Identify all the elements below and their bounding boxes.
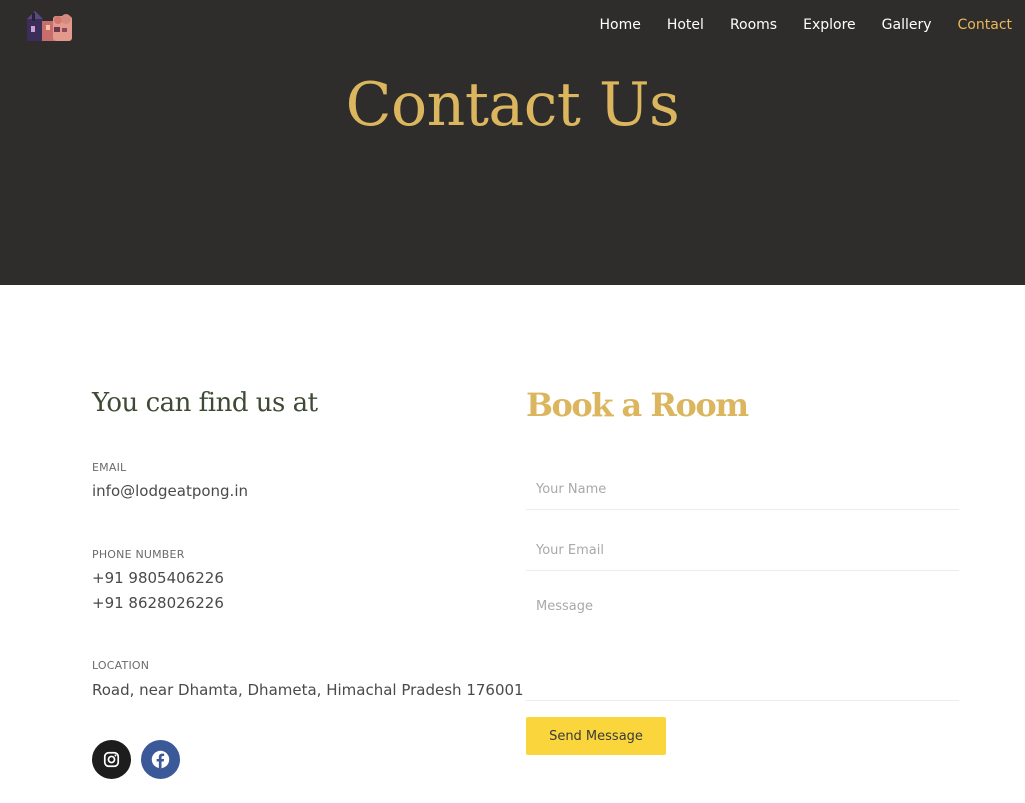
message-input[interactable] xyxy=(526,592,959,701)
instagram-button[interactable] xyxy=(92,740,131,779)
booking-heading: Book a Room xyxy=(526,386,749,424)
nav-home[interactable]: Home xyxy=(587,16,654,34)
location-label: LOCATION xyxy=(92,659,150,672)
site-logo[interactable] xyxy=(24,10,74,42)
name-input[interactable] xyxy=(526,470,959,510)
facebook-icon xyxy=(151,750,170,769)
hero-header: Home Hotel Rooms Explore Gallery Contact… xyxy=(0,0,1025,285)
phone-value-2[interactable]: +91 8628026226 xyxy=(92,591,224,616)
email-value[interactable]: info@lodgeatpong.in xyxy=(92,479,248,504)
facebook-button[interactable] xyxy=(141,740,180,779)
phone-value-1[interactable]: +91 9805406226 xyxy=(92,566,224,591)
main-nav: Home Hotel Rooms Explore Gallery Contact xyxy=(587,16,1013,34)
nav-contact[interactable]: Contact xyxy=(945,16,1012,34)
logo-icon xyxy=(27,11,72,41)
phone-label: PHONE NUMBER xyxy=(92,548,185,561)
send-message-button[interactable]: Send Message xyxy=(526,717,666,755)
nav-hotel[interactable]: Hotel xyxy=(654,16,717,34)
email-label: EMAIL xyxy=(92,461,127,474)
nav-explore[interactable]: Explore xyxy=(790,16,869,34)
location-value: Road, near Dhamta, Dhameta, Himachal Pra… xyxy=(92,681,524,699)
contact-heading: You can find us at xyxy=(92,388,318,418)
nav-gallery[interactable]: Gallery xyxy=(869,16,945,34)
email-input[interactable] xyxy=(526,530,959,571)
page-title: Contact Us xyxy=(345,70,680,140)
instagram-icon xyxy=(103,751,120,768)
nav-rooms[interactable]: Rooms xyxy=(717,16,790,34)
